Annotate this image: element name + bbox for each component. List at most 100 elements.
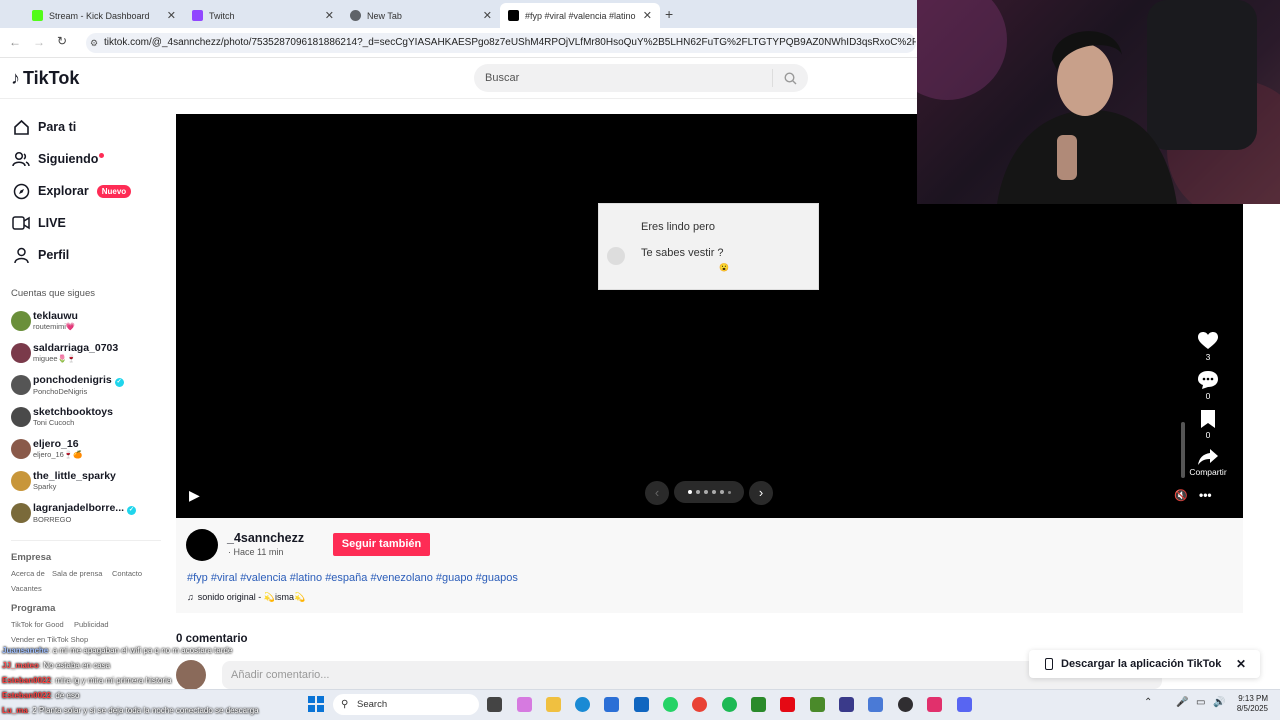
game-launcher-icon[interactable] [839,697,854,712]
vpn-icon[interactable] [868,697,883,712]
browser-tab-twitch[interactable]: Twitch ✕ [184,3,342,28]
microphone-icon[interactable]: 🎤 [1176,697,1188,708]
browser-tab-tiktok[interactable]: #fyp #viral #valencia #latino #e ✕ [500,3,660,28]
volume-icon[interactable]: 🔊 [1213,697,1225,708]
tiktok-icon [508,10,519,21]
twitch-icon [192,10,203,21]
tray-chevron-icon[interactable]: ⌃ [1144,697,1152,708]
back-arrow-icon[interactable]: ← [9,35,21,49]
nav-perfil[interactable]: Perfil [12,246,69,264]
more-options-icon[interactable]: ••• [1199,488,1212,502]
comment-button[interactable]: 0 [1196,371,1220,401]
browser-tab-kick[interactable]: Stream - Kick Dashboard ✕ [24,3,184,28]
chat-message: JJ_mateo: No estaba en casa [2,661,111,670]
emoji-icon: 😮 [719,263,729,272]
footer-link[interactable]: Sala de prensa [52,569,102,578]
followed-account[interactable]: eljero_16 eljero_16🍷🍊 [11,438,83,459]
download-app-banner[interactable]: Descargar la aplicación TikTok ✕ [1029,650,1260,678]
copilot-icon[interactable] [517,697,532,712]
network-icon[interactable]: ▭ [1196,697,1205,708]
reload-icon[interactable]: ↻ [57,34,67,48]
footer-heading-empresa: Empresa [11,552,52,563]
next-slide-button[interactable]: › [749,481,773,505]
avatar [11,310,31,331]
minecraft-icon[interactable] [810,697,825,712]
prev-slide-button[interactable]: ‹ [645,481,669,505]
url-bar[interactable]: ⚙ tiktok.com/@_4sannchezz/photo/75352870… [86,33,916,53]
hashtags[interactable]: #fyp #viral #valencia #latino #españa #v… [187,572,518,584]
nav-explorar[interactable]: Explorar Nuevo [12,182,132,200]
xbox-icon[interactable] [751,697,766,712]
nav-para-ti[interactable]: Para ti [12,118,76,136]
whatsapp-icon[interactable] [663,697,678,712]
home-icon [12,118,30,136]
netflix-icon[interactable] [780,697,795,712]
sound-link[interactable]: ♫ sonido original - 💫isma💫 [187,592,305,603]
edge-icon[interactable] [575,697,590,712]
close-icon[interactable]: ✕ [1236,657,1246,671]
close-icon[interactable]: ✕ [643,9,652,22]
search-input[interactable]: Buscar [474,64,808,92]
close-icon[interactable]: ✕ [483,9,492,22]
kick-icon [32,10,43,21]
followed-account[interactable]: the_little_sparky Sparky [11,470,116,491]
avatar [11,375,31,395]
chat-message: Esteban0022: de eso [2,691,80,700]
my-avatar[interactable] [176,660,206,690]
chat-message: Lu_ma: 2 Planta solar y si se deja toda … [2,706,259,715]
comment-input[interactable]: Añadir comentario... [222,661,1162,689]
mute-icon[interactable]: 🔇 [1174,489,1188,502]
webcam-person-image [887,0,1280,220]
search-button[interactable] [772,69,808,87]
follow-back-button[interactable]: Seguir también [333,533,430,556]
heart-icon [1198,332,1218,349]
file-explorer-icon[interactable] [546,697,561,712]
save-button[interactable]: 0 [1196,410,1220,440]
obs-icon[interactable] [898,697,913,712]
volume-slider[interactable] [1181,422,1185,478]
author-avatar[interactable] [186,529,218,561]
task-view-icon[interactable] [487,697,502,712]
close-icon[interactable]: ✕ [325,9,334,22]
instagram-icon[interactable] [927,697,942,712]
close-icon[interactable]: ✕ [167,9,176,22]
site-info-icon[interactable]: ⚙ [90,33,98,53]
footer-link[interactable]: Vender en TikTok Shop [11,635,88,644]
footer-link[interactable]: TikTok for Good [11,620,64,629]
footer-link[interactable]: Vacantes [11,584,42,593]
windows-start-icon[interactable] [308,696,324,712]
header-divider [0,98,917,99]
followed-account[interactable]: sketchbooktoys Toni Cucoch [11,406,113,427]
chat-message: Juansanche: a mi me apagaban el wifi pa … [2,646,233,655]
tiktok-logo[interactable]: ♪ TikTok [11,68,79,89]
taskbar-search[interactable]: ⚲ Search [333,694,479,715]
discord-icon[interactable] [957,697,972,712]
followed-account[interactable]: ponchodenigris ✓ PonchoDeNigris [11,374,124,396]
new-tab-plus-icon[interactable]: + [665,6,673,22]
system-clock[interactable]: 9:13 PM 8/5/2025 [1232,694,1268,714]
share-button[interactable]: Compartir [1186,449,1230,477]
spotify-icon[interactable] [722,697,737,712]
nav-siguiendo[interactable]: Siguiendo [12,150,105,168]
outlook-icon[interactable] [634,697,649,712]
author-username[interactable]: _4sannchezz [227,531,304,545]
play-icon[interactable]: ▶ [189,487,200,504]
share-arrow-icon [1198,449,1218,465]
user-icon [12,246,30,264]
like-button[interactable]: 3 [1196,332,1220,362]
avatar [11,503,31,523]
footer-link[interactable]: Publicidad [74,620,109,629]
followed-account[interactable]: lagranjadelborre... ✓ BORREGO [11,502,136,524]
followed-account[interactable]: teklauwu routemimi💗 [11,310,78,331]
search-icon [784,71,797,84]
footer-link[interactable]: Contacto [112,569,142,578]
avatar [11,342,31,363]
forward-arrow-icon[interactable]: → [33,35,45,49]
footer-link[interactable]: Acerca de [11,569,45,578]
followed-account[interactable]: saldarriaga_0703 miguee🌷🍷 [11,342,118,363]
chrome-icon[interactable] [692,697,707,712]
nav-live[interactable]: LIVE [12,214,66,232]
store-icon[interactable] [604,697,619,712]
browser-tab-newtab[interactable]: New Tab ✕ [342,3,500,28]
slide-dot [687,490,692,494]
